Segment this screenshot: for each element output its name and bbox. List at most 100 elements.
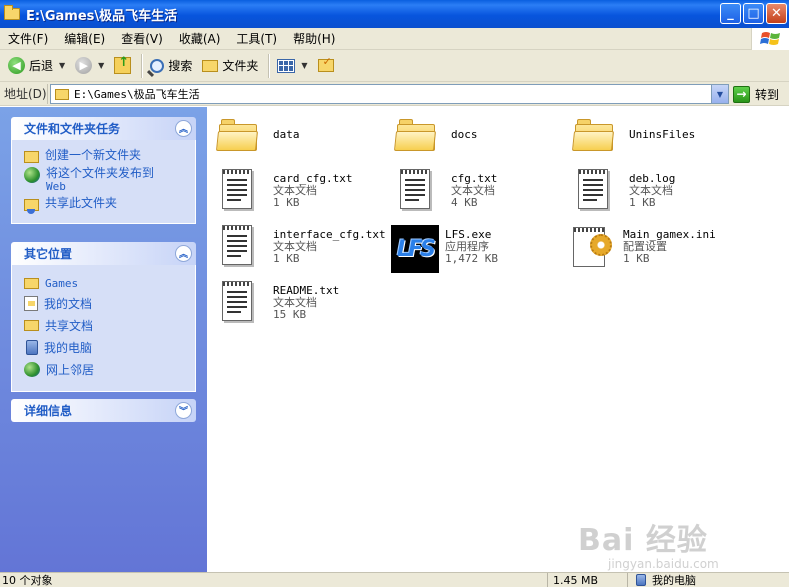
file-list: data docs UninsFiles card_cfg.txt 文本文档 1… — [207, 107, 789, 572]
address-input[interactable]: E:\Games\极品飞车生活 ▼ — [50, 84, 729, 104]
file-item-document[interactable]: interface_cfg.txt 文本文档 1 KB — [217, 225, 386, 273]
task-label: 创建一个新文件夹 — [45, 148, 142, 162]
menu-view[interactable]: 查看(V) — [113, 30, 171, 47]
toolbar-separator — [141, 53, 143, 78]
file-item-config[interactable]: Main_gamex.ini 配置设置 1 KB — [571, 225, 716, 273]
my-computer-icon — [636, 574, 646, 586]
text-document-icon — [217, 281, 265, 329]
shared-documents-icon — [24, 320, 39, 331]
place-shared-documents[interactable]: 共享文档 — [24, 317, 187, 334]
file-item-folder[interactable]: data — [215, 113, 300, 161]
folder-sync-button[interactable] — [314, 53, 338, 79]
title-bar[interactable]: E:\Games\极品飞车生活 _ □ ✕ — [0, 0, 789, 28]
close-button[interactable]: ✕ — [766, 3, 787, 24]
panel-body: 创建一个新文件夹 将这个文件夹发布到 Web 共享此文件夹 — [11, 140, 196, 224]
task-label: 将这个文件夹发布到 Web — [46, 167, 154, 194]
file-item-document[interactable]: cfg.txt 文本文档 4 KB — [395, 169, 497, 217]
config-settings-icon — [571, 225, 619, 273]
file-info: README.txt 文本文档 15 KB — [273, 285, 339, 321]
status-object-count: 10 个对象 — [0, 572, 548, 587]
file-size: 1 KB — [273, 196, 300, 209]
toolbar: ◀ 后退 ▼ ▶ ▼ 搜索 文件夹 ▼ — [0, 50, 789, 82]
search-label: 搜索 — [168, 59, 193, 73]
status-location-label: 我的电脑 — [652, 574, 696, 587]
collapse-icon[interactable]: ︽ — [175, 245, 192, 262]
minimize-button[interactable]: _ — [720, 3, 741, 24]
search-icon — [150, 58, 165, 73]
task-pane: 文件和文件夹任务 ︽ 创建一个新文件夹 将这个文件夹发布到 Web 共享此文件夹 — [0, 107, 207, 572]
views-button[interactable]: ▼ — [273, 53, 311, 79]
lfs-logo-text: LFS — [397, 236, 436, 262]
collapse-icon[interactable]: ︽ — [175, 120, 192, 137]
address-dropdown-icon[interactable]: ▼ — [711, 85, 728, 103]
file-item-folder[interactable]: docs — [393, 113, 478, 161]
file-name: docs — [451, 128, 478, 141]
details-panel: 详细信息 ︾ — [11, 399, 196, 422]
menu-bar: 文件(F) 编辑(E) 查看(V) 收藏(A) 工具(T) 帮助(H) — [0, 28, 789, 50]
file-item-folder[interactable]: UninsFiles — [571, 113, 695, 161]
place-my-documents[interactable]: 我的文档 — [24, 295, 187, 312]
file-info: cfg.txt 文本文档 4 KB — [451, 173, 497, 209]
back-dropdown-icon[interactable]: ▼ — [59, 61, 65, 70]
place-label: 我的文档 — [44, 297, 93, 311]
file-item-document[interactable]: card_cfg.txt 文本文档 1 KB — [217, 169, 352, 217]
file-size: 1 KB — [629, 196, 656, 209]
windows-logo-icon — [751, 28, 789, 50]
folders-icon — [202, 59, 219, 72]
menu-favorites[interactable]: 收藏(A) — [171, 30, 229, 47]
folder-icon — [393, 113, 443, 161]
file-info: card_cfg.txt 文本文档 1 KB — [273, 173, 352, 209]
place-label: 共享文档 — [45, 319, 94, 333]
text-document-icon — [395, 169, 443, 217]
panel-title: 详细信息 — [24, 404, 73, 418]
task-share-folder[interactable]: 共享此文件夹 — [24, 197, 187, 214]
forward-button[interactable]: ▶ ▼ — [71, 53, 108, 79]
folders-button[interactable]: 文件夹 — [198, 53, 262, 79]
file-info: interface_cfg.txt 文本文档 1 KB — [273, 229, 386, 265]
text-document-icon — [217, 225, 265, 273]
back-label: 后退 — [29, 59, 54, 73]
back-button[interactable]: ◀ 后退 ▼ — [4, 53, 69, 79]
forward-dropdown-icon[interactable]: ▼ — [98, 61, 104, 70]
file-info: LFS.exe 应用程序 1,472 KB — [445, 229, 498, 265]
file-info: docs — [451, 129, 478, 141]
file-info: UninsFiles — [629, 129, 695, 141]
panel-header[interactable]: 其它位置 ︽ — [11, 242, 196, 265]
panel-header[interactable]: 文件和文件夹任务 ︽ — [11, 117, 196, 140]
publish-web-icon — [24, 167, 40, 183]
file-item-application[interactable]: LFS LFS.exe 应用程序 1,472 KB — [391, 225, 498, 273]
task-new-folder[interactable]: 创建一个新文件夹 — [24, 149, 187, 163]
address-path: E:\Games\极品飞车生活 — [74, 88, 200, 101]
expand-icon[interactable]: ︾ — [175, 402, 192, 419]
task-label-line2: Web — [46, 180, 66, 193]
menu-tools[interactable]: 工具(T) — [228, 30, 285, 47]
menu-help[interactable]: 帮助(H) — [285, 30, 343, 47]
menu-edit[interactable]: 编辑(E) — [56, 30, 113, 47]
file-item-document[interactable]: README.txt 文本文档 15 KB — [217, 281, 339, 329]
place-games[interactable]: Games — [24, 277, 187, 290]
place-network[interactable]: 网上邻居 — [24, 361, 187, 378]
file-size: 4 KB — [451, 196, 478, 209]
up-folder-button[interactable] — [110, 53, 135, 79]
search-button[interactable]: 搜索 — [146, 53, 196, 79]
up-folder-icon — [114, 55, 132, 74]
text-document-icon — [573, 169, 621, 217]
status-location: 我的电脑 — [628, 573, 696, 587]
status-bar: 10 个对象 1.45 MB 我的电脑 — [0, 572, 789, 587]
file-size: 1 KB — [623, 252, 650, 265]
my-documents-icon — [24, 296, 38, 311]
file-item-document[interactable]: deb.log 文本文档 1 KB — [573, 169, 675, 217]
menu-file[interactable]: 文件(F) — [0, 30, 56, 47]
maximize-button[interactable]: □ — [743, 3, 764, 24]
text-document-icon — [217, 169, 265, 217]
views-dropdown-icon[interactable]: ▼ — [301, 61, 307, 70]
share-folder-icon — [24, 199, 39, 214]
place-my-computer[interactable]: 我的电脑 — [24, 339, 187, 356]
file-name: data — [273, 128, 300, 141]
panel-header[interactable]: 详细信息 ︾ — [11, 399, 196, 422]
file-info: data — [273, 129, 300, 141]
network-places-icon — [24, 362, 40, 377]
task-publish-web[interactable]: 将这个文件夹发布到 Web — [24, 167, 187, 193]
go-button[interactable]: → 转到 — [733, 84, 779, 104]
file-name: UninsFiles — [629, 128, 696, 141]
